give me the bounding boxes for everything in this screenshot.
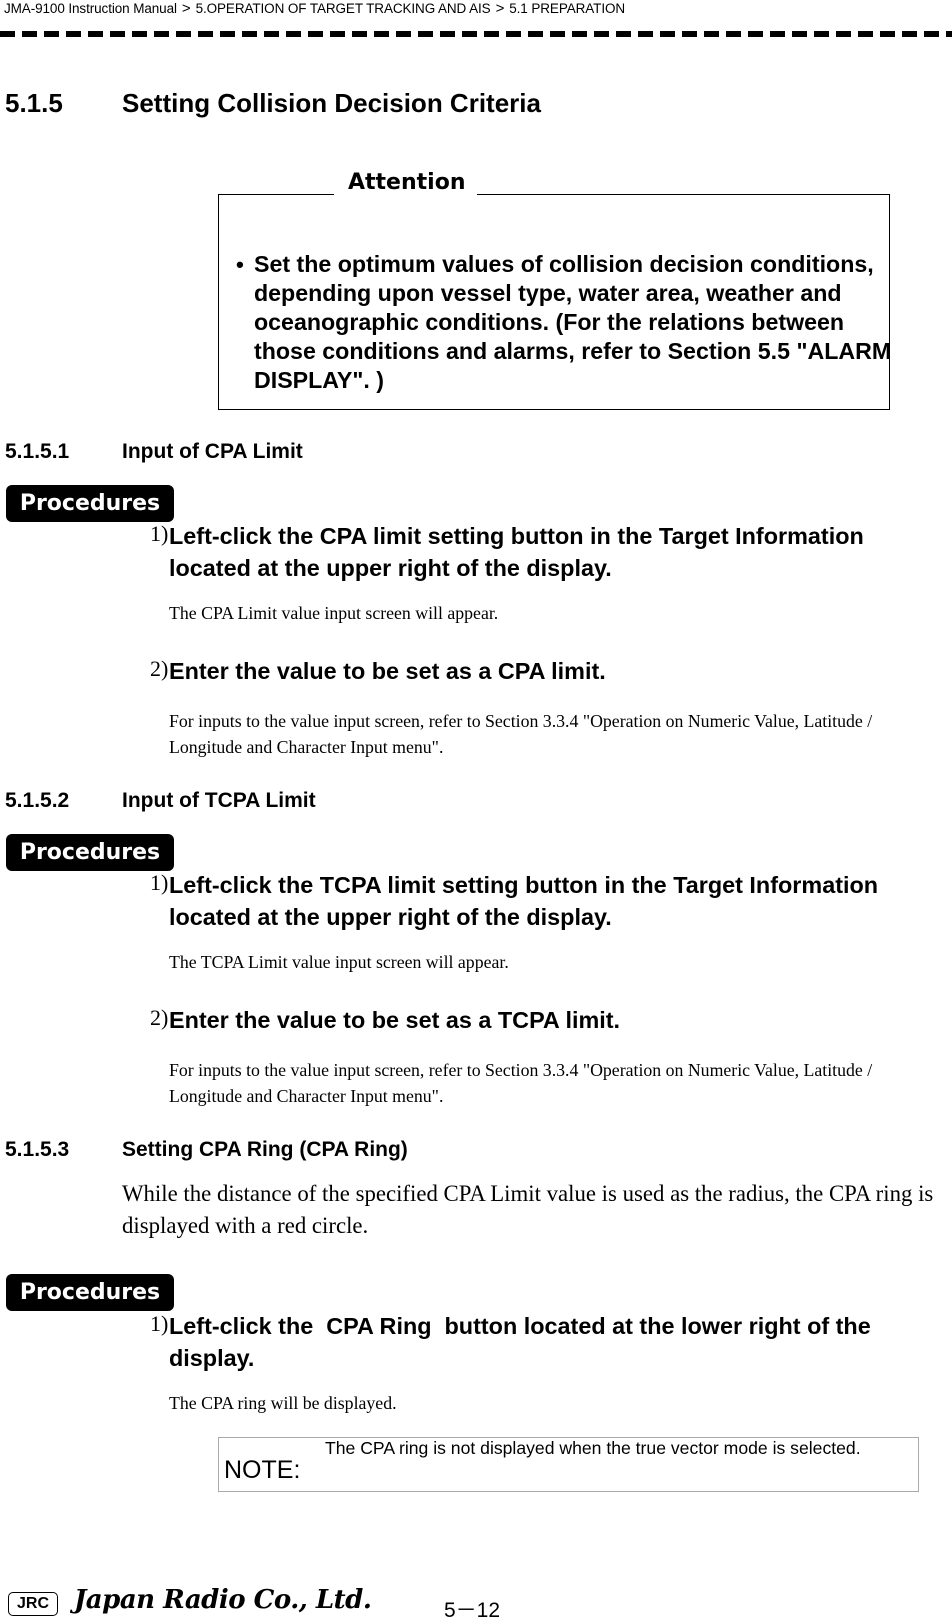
attention-title: Attention bbox=[334, 170, 478, 195]
step-instruction: Enter the value to be set as a CPA limit… bbox=[169, 658, 606, 684]
procedures-badge: Procedures bbox=[6, 1274, 174, 1311]
breadcrumb-separator: > bbox=[181, 0, 191, 17]
step-instruction: Left-click the TCPA limit setting button… bbox=[169, 872, 879, 930]
subsection-title: Input of TCPA Limit bbox=[122, 789, 316, 812]
section-title: Setting Collision Decision Criteria bbox=[122, 88, 541, 118]
step-result: The CPA ring will be displayed. bbox=[169, 1393, 397, 1413]
breadcrumb-manual[interactable]: JMA-9100 Instruction Manual bbox=[4, 1, 177, 16]
subsection-heading-cpa-limit: 5.1.5.1 Input of CPA Limit bbox=[5, 440, 705, 468]
bullet-icon: • bbox=[236, 252, 244, 277]
header-dashed-divider bbox=[0, 31, 952, 37]
company-logo: Japan Radio Co., Ltd. bbox=[74, 1585, 372, 1615]
step-result: For inputs to the value input screen, re… bbox=[169, 1060, 873, 1106]
breadcrumb-separator: > bbox=[495, 0, 505, 17]
step-number: 2) bbox=[150, 1005, 169, 1030]
subsection-intro: While the distance of the specified CPA … bbox=[122, 1181, 934, 1238]
step-instruction: Enter the value to be set as a TCPA limi… bbox=[169, 1007, 621, 1033]
note-label: NOTE: bbox=[224, 1456, 301, 1484]
subsection-number: 5.1.5.3 bbox=[5, 1138, 70, 1161]
step-instruction: Left-click the CPA Ring button located a… bbox=[169, 1313, 878, 1371]
step-number: 1) bbox=[150, 1311, 169, 1336]
breadcrumb: JMA-9100 Instruction Manual >5.OPERATION … bbox=[4, 0, 625, 17]
subsection-title: Setting CPA Ring (CPA Ring) bbox=[122, 1138, 408, 1161]
subsection-heading-tcpa-limit: 5.1.5.2 Input of TCPA Limit bbox=[5, 789, 705, 817]
subsection-number: 5.1.5.2 bbox=[5, 789, 70, 812]
subsection-heading-cpa-ring: 5.1.5.3 Setting CPA Ring (CPA Ring) bbox=[5, 1138, 705, 1166]
section-heading: 5.1.5 Setting Collision Decision Criteri… bbox=[5, 88, 705, 120]
breadcrumb-chapter[interactable]: 5.OPERATION OF TARGET TRACKING AND AIS bbox=[196, 1, 491, 16]
step-number: 1) bbox=[150, 521, 169, 546]
subsection-number: 5.1.5.1 bbox=[5, 440, 70, 463]
step-result: For inputs to the value input screen, re… bbox=[169, 711, 873, 757]
step-number: 2) bbox=[150, 656, 169, 681]
attention-text: Set the optimum values of collision deci… bbox=[254, 251, 892, 393]
step-result: The TCPA Limit value input screen will a… bbox=[169, 952, 509, 972]
note-text: The CPA ring is not displayed when the t… bbox=[325, 1438, 861, 1458]
step-result: The CPA Limit value input screen will ap… bbox=[169, 603, 499, 623]
procedures-badge: Procedures bbox=[6, 485, 174, 522]
step-instruction: Left-click the CPA limit setting button … bbox=[169, 523, 864, 581]
step-number: 1) bbox=[150, 870, 169, 895]
breadcrumb-section[interactable]: 5.1 PREPARATION bbox=[509, 1, 625, 16]
subsection-title: Input of CPA Limit bbox=[122, 440, 303, 463]
section-number: 5.1.5 bbox=[5, 88, 63, 118]
procedures-badge: Procedures bbox=[6, 834, 174, 871]
jrc-logo-icon: JRC bbox=[8, 1592, 58, 1616]
